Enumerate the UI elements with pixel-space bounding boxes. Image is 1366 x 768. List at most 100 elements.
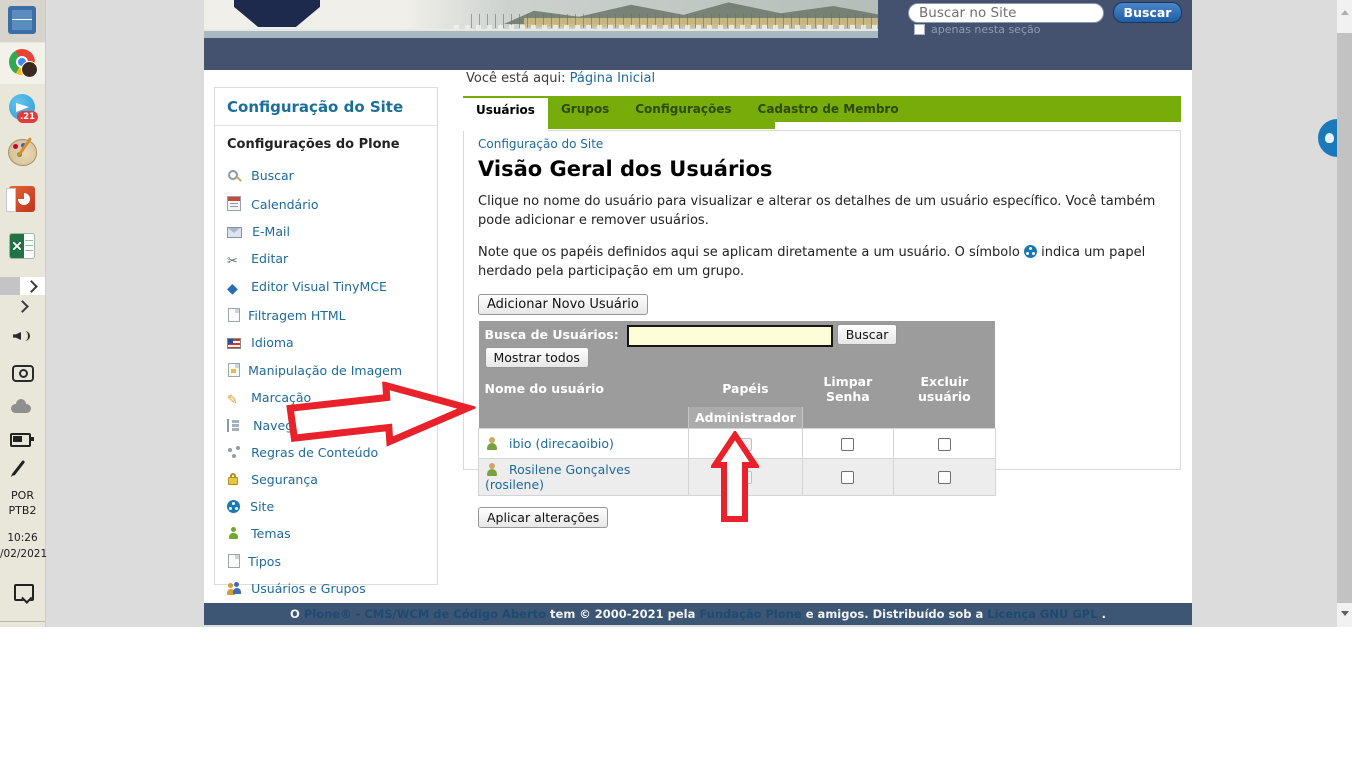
- sidebar-item[interactable]: Buscar: [227, 169, 427, 184]
- sidebar-item-label[interactable]: Manipulação de Imagem: [248, 363, 402, 378]
- role-administrator-checkbox[interactable]: [739, 438, 752, 451]
- intro-paragraph-1: Clique no nome do usuário para visualiza…: [478, 193, 1166, 231]
- table-row: Rosilene Gonçalves (rosilene): [479, 458, 996, 495]
- volume-icon[interactable]: [13, 330, 25, 342]
- sidebar-item-icon: [227, 500, 240, 513]
- scroll-up-arrow-icon[interactable]: [1341, 10, 1349, 15]
- site-search-button[interactable]: Buscar: [1113, 2, 1182, 23]
- sidebar-item-label[interactable]: E-Mail: [252, 224, 290, 239]
- footer-segment[interactable]: Fundação Plone: [699, 607, 805, 621]
- col-username: Nome do usuário: [479, 371, 689, 407]
- sidebar-item[interactable]: Marcação: [227, 391, 427, 407]
- sidebar-item-label[interactable]: Editor Visual TinyMCE: [251, 279, 387, 294]
- parent-site-setup-link[interactable]: Configuração do Site: [478, 137, 603, 151]
- footer-segment-text: tem © 2000-2021 pela: [550, 607, 699, 621]
- footer-segment-text: .: [1102, 607, 1106, 621]
- config-tabs: Usuários Grupos Configurações Cadastro d…: [463, 96, 1181, 122]
- user-search-input[interactable]: [627, 325, 833, 347]
- scrollbar-thumb[interactable]: [1337, 33, 1352, 603]
- footer-segment: .: [1102, 607, 1106, 621]
- sidebar-item[interactable]: Editor Visual TinyMCE: [227, 280, 427, 296]
- sidebar-menu: Configurações do Plone Buscar Calendário…: [227, 138, 427, 597]
- sidebar-item[interactable]: Manipulação de Imagem: [227, 363, 427, 379]
- clock-time[interactable]: 10:26: [0, 532, 45, 544]
- sidebar-item-label[interactable]: Segurança: [251, 472, 318, 487]
- delete-user-checkbox[interactable]: [938, 438, 951, 451]
- sidebar-item-icon: [227, 446, 241, 459]
- user-search-label: Busca de Usuários:: [485, 327, 619, 342]
- tab[interactable]: Cadastro de Membro: [745, 96, 912, 122]
- sidebar-item-label[interactable]: Idioma: [251, 335, 294, 350]
- site-footer: O Plone® - CMS/WCM de Código Aberto tem …: [204, 603, 1192, 625]
- reset-password-checkbox[interactable]: [841, 438, 854, 451]
- add-user-button[interactable]: Adicionar Novo Usuário: [478, 294, 648, 315]
- footer-segment[interactable]: Licença GNU GPL: [987, 607, 1101, 621]
- show-all-button[interactable]: Mostrar todos: [485, 347, 589, 368]
- battery-icon[interactable]: [10, 433, 31, 447]
- sidebar-item-label[interactable]: Configurações do Plone: [227, 137, 400, 152]
- sidebar-item-label[interactable]: Filtragem HTML: [248, 308, 346, 323]
- inherited-role-icon: [1024, 245, 1037, 258]
- language-indicator-line1[interactable]: POR: [0, 489, 45, 502]
- sidebar-item[interactable]: Editar: [227, 252, 427, 268]
- camera-icon[interactable]: [12, 365, 34, 382]
- cloud-sync-icon[interactable]: [11, 404, 31, 413]
- calculator-icon[interactable]: [8, 6, 36, 34]
- sidebar-item[interactable]: Segurança: [227, 473, 427, 488]
- sidebar-item-label[interactable]: Regras de Conteúdo: [251, 445, 378, 460]
- sidebar-item-icon: [227, 169, 241, 182]
- sidebar-item[interactable]: Calendário: [227, 196, 427, 213]
- hidden-icons-chevron-icon[interactable]: [16, 300, 29, 313]
- scroll-down-arrow-icon[interactable]: [1341, 611, 1349, 616]
- delete-user-checkbox[interactable]: [938, 471, 951, 484]
- pen-input-icon[interactable]: [12, 460, 25, 476]
- user-link[interactable]: ibio (direcaoibio): [509, 436, 614, 451]
- sidebar-item-label[interactable]: Temas: [251, 526, 291, 541]
- language-indicator-line2[interactable]: PTB2: [0, 504, 45, 517]
- sidebar-item-label[interactable]: Marcação: [251, 390, 311, 405]
- sidebar-item-label[interactable]: Editar: [251, 251, 288, 266]
- excel-icon[interactable]: [9, 233, 35, 259]
- sidebar-item[interactable]: Filtragem HTML: [227, 308, 427, 324]
- sidebar-item[interactable]: E-Mail: [227, 225, 427, 240]
- section-only-checkbox[interactable]: [914, 24, 925, 35]
- sidebar-item-icon: [227, 419, 243, 432]
- reset-password-checkbox[interactable]: [841, 471, 854, 484]
- powerpoint-icon[interactable]: [9, 186, 35, 212]
- sidebar-item[interactable]: Site: [227, 500, 427, 515]
- tab[interactable]: Usuários: [463, 98, 548, 131]
- portlet-title: Configuração do Site: [215, 88, 437, 126]
- footer-segment-text: Plone® - CMS/WCM de Código Aberto: [304, 607, 546, 621]
- footer-segment[interactable]: Plone® - CMS/WCM de Código Aberto: [304, 607, 550, 621]
- sidebar-item[interactable]: Idioma: [227, 336, 427, 351]
- sidebar-item-label[interactable]: Navegação: [253, 418, 323, 433]
- users-table-body: ibio (direcaoibio) Rosilene Gonçalves (r…: [479, 428, 996, 495]
- sidebar-item-label[interactable]: Usuários e Grupos: [251, 581, 366, 596]
- breadcrumb-home-link[interactable]: Página Inicial: [570, 71, 655, 86]
- sidebar-item-label[interactable]: Tipos: [248, 554, 281, 569]
- user-search-button[interactable]: Buscar: [837, 324, 898, 345]
- sidebar-item-label[interactable]: Site: [250, 499, 274, 514]
- notification-center-icon[interactable]: [14, 584, 34, 601]
- sidebar-item[interactable]: Tipos: [227, 554, 427, 570]
- sidebar-item[interactable]: Regras de Conteúdo: [227, 446, 427, 461]
- sidebar-item-icon: [228, 554, 240, 568]
- sidebar-item-label[interactable]: Buscar: [251, 168, 294, 183]
- sidebar-item-icon: [227, 473, 241, 486]
- apply-changes-button[interactable]: Aplicar alterações: [478, 507, 608, 528]
- user-link[interactable]: Rosilene Gonçalves (rosilene): [485, 462, 630, 492]
- sidebar-item[interactable]: Usuários e Grupos: [227, 582, 427, 597]
- sidebar-item-label[interactable]: Calendário: [251, 197, 318, 212]
- screen: Buscar apenas nesta seção Você está aqui…: [0, 0, 1366, 768]
- role-administrator-checkbox[interactable]: [739, 471, 752, 484]
- site-search-input[interactable]: [908, 3, 1104, 23]
- col-delete-user: Excluir usuário: [893, 371, 995, 407]
- tab[interactable]: Grupos: [548, 96, 622, 122]
- tab[interactable]: Configurações: [622, 96, 744, 122]
- sidebar-item[interactable]: Navegação: [227, 419, 427, 434]
- vertical-scrollbar[interactable]: [1337, 0, 1352, 627]
- paint-icon[interactable]: [8, 139, 37, 166]
- sidebar-item[interactable]: Temas: [227, 527, 427, 542]
- clock-date[interactable]: /02/2021: [0, 548, 45, 560]
- section-only-label: apenas nesta seção: [931, 23, 1040, 36]
